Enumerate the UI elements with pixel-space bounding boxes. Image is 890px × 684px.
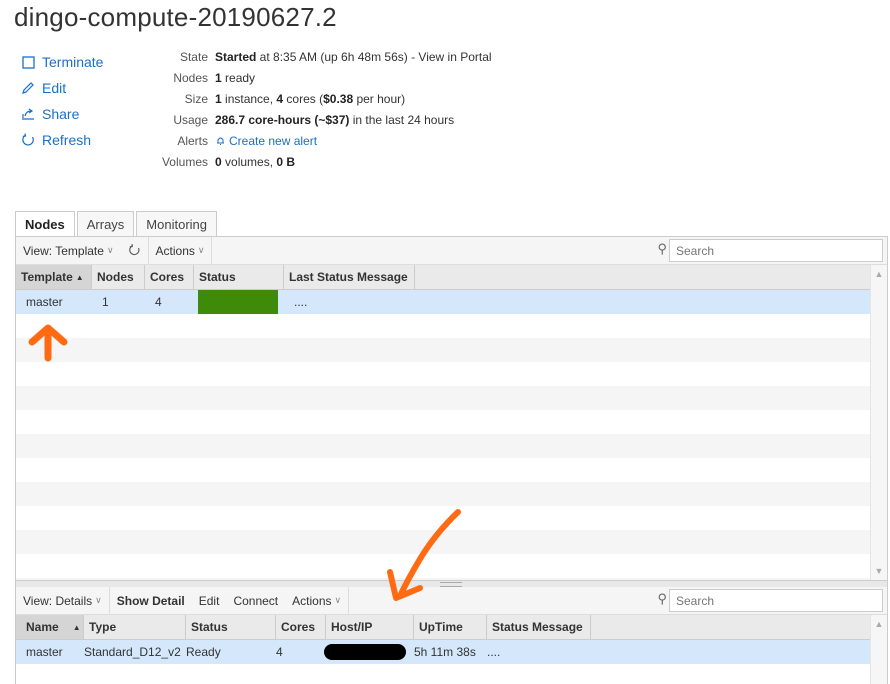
usage-row: Usage 286.7 core-hours (~$37) in the las… [173, 112, 455, 127]
refresh-icon [20, 132, 36, 148]
size-row: Size 1 instance, 4 cores ($0.38 per hour… [184, 91, 406, 106]
chevron-down-icon: ∨ [334, 595, 342, 605]
chevron-down-icon: ∨ [106, 245, 114, 255]
column-nodes[interactable]: Nodes [92, 265, 145, 289]
create-alert-link[interactable]: Create new alert [215, 134, 317, 148]
cell-name: master [26, 645, 63, 659]
chevron-down-icon: ∨ [197, 245, 205, 255]
grid-header: Template ▲ Nodes Cores Status Last Status… [16, 265, 871, 290]
column-status[interactable]: Status [186, 615, 276, 639]
bell-icon [217, 137, 224, 145]
details-search[interactable] [669, 589, 883, 612]
empty-row [16, 434, 871, 458]
view-details-dropdown[interactable]: View: Details ∨ [16, 587, 110, 614]
refresh-grid-button[interactable] [121, 237, 149, 264]
scroll-down-icon[interactable]: ▼ [871, 566, 887, 576]
annotation-arrow-down-icon [387, 509, 461, 601]
sort-asc-icon: ▲ [75, 272, 84, 282]
terminate-label: Terminate [42, 54, 104, 70]
column-last-status-message[interactable]: Last Status Message [284, 265, 415, 289]
share-icon [20, 106, 36, 122]
empty-row [16, 314, 871, 338]
cell-message: .... [294, 295, 308, 309]
column-uptime[interactable]: UpTime [414, 615, 487, 639]
show-detail-button[interactable]: Show Detail [110, 587, 192, 614]
scroll-up-icon[interactable]: ▲ [871, 619, 887, 629]
status-bar [198, 290, 278, 314]
edit-node-button[interactable]: Edit [192, 587, 227, 614]
edit-label: Edit [42, 80, 67, 96]
nodes-scrollbar[interactable]: ▲ [870, 615, 887, 684]
pencil-icon [20, 80, 36, 96]
view-template-dropdown[interactable]: View: Template ∨ [16, 237, 121, 264]
cell-cores: 4 [155, 295, 162, 309]
cell-uptime: 5h 11m 38s [414, 645, 476, 659]
cell-status: Ready [186, 645, 221, 659]
tab-monitoring[interactable]: Monitoring [136, 211, 217, 237]
cell-message: .... [487, 645, 501, 659]
chevron-down-icon: ∨ [95, 595, 102, 605]
empty-row [16, 410, 871, 434]
refresh-button[interactable]: Refresh [20, 127, 103, 153]
cell-type: Standard_D12_v2 [84, 645, 181, 659]
cell-cores: 4 [276, 645, 283, 659]
refresh-label: Refresh [42, 132, 92, 148]
cell-template: master [26, 295, 63, 309]
share-label: Share [42, 106, 80, 122]
column-cores[interactable]: Cores [276, 615, 326, 639]
page-title: dingo-compute-20190627.2 [14, 2, 337, 32]
grid-header: Name ▲ Type Status Cores Host/IP UpTime S… [16, 615, 871, 640]
template-toolbar: View: Template ∨ Actions ∨ ⚲ [16, 237, 887, 265]
scroll-up-icon[interactable]: ▲ [871, 269, 887, 279]
tab-arrays[interactable]: Arrays [76, 211, 135, 237]
redacted-host-ip [324, 644, 406, 660]
column-template[interactable]: Template ▲ [16, 265, 92, 289]
terminate-button[interactable]: Terminate [20, 49, 103, 75]
edit-button[interactable]: Edit [20, 75, 103, 101]
nodes-grid: Name ▲ Type Status Cores Host/IP UpTime S… [16, 615, 871, 664]
column-status[interactable]: Status [194, 265, 284, 289]
tab-nodes[interactable]: Nodes [15, 211, 75, 238]
sort-asc-icon: ▲ [72, 622, 81, 632]
column-type[interactable]: Type [84, 615, 186, 639]
template-scrollbar[interactable]: ▲ ▼ [870, 265, 887, 580]
search-input[interactable] [674, 592, 868, 609]
empty-row [16, 338, 871, 362]
nodes-panel: View: Template∨ Actions∨ ⚲ Template▲ Nod… [15, 236, 888, 684]
node-actions-dropdown[interactable]: Actions ∨ [285, 587, 350, 614]
column-cores[interactable]: Cores [145, 265, 194, 289]
empty-row [16, 386, 871, 410]
nodes-row: Nodes 1 ready [173, 70, 256, 85]
annotation-arrow-up-icon [28, 324, 68, 362]
column-name[interactable]: Name ▲ [16, 615, 84, 639]
search-icon: ⚲ [657, 241, 667, 256]
cell-nodes: 1 [102, 295, 109, 309]
column-host-ip[interactable]: Host/IP [326, 615, 414, 639]
cluster-properties: State Started at 8:35 AM (up 6h 48m 56s)… [150, 46, 492, 172]
search-icon: ⚲ [657, 591, 667, 606]
table-row[interactable]: master 1 4 .... [16, 290, 871, 314]
template-search[interactable] [669, 239, 883, 262]
search-input[interactable] [674, 242, 868, 259]
share-button[interactable]: Share [20, 101, 103, 127]
alerts-row: Alerts Create new alert [177, 133, 318, 148]
empty-row [16, 362, 871, 386]
empty-row [16, 458, 871, 482]
tab-bar: Nodes Arrays Monitoring [15, 211, 219, 238]
empty-row [16, 482, 871, 506]
action-list: Terminate Edit Share Refresh [20, 49, 103, 153]
refresh-icon [128, 244, 140, 256]
cell-status [194, 290, 284, 314]
table-row[interactable]: master Standard_D12_v2 Ready 4 5h 11m 38… [16, 640, 871, 664]
column-status-message[interactable]: Status Message [487, 615, 591, 639]
connect-button[interactable]: Connect [226, 587, 285, 614]
state-row: State Started at 8:35 AM (up 6h 48m 56s)… [179, 49, 492, 64]
actions-dropdown[interactable]: Actions ∨ [149, 237, 213, 264]
square-icon [20, 54, 36, 70]
volumes-row: Volumes 0 volumes, 0 B [161, 154, 296, 169]
